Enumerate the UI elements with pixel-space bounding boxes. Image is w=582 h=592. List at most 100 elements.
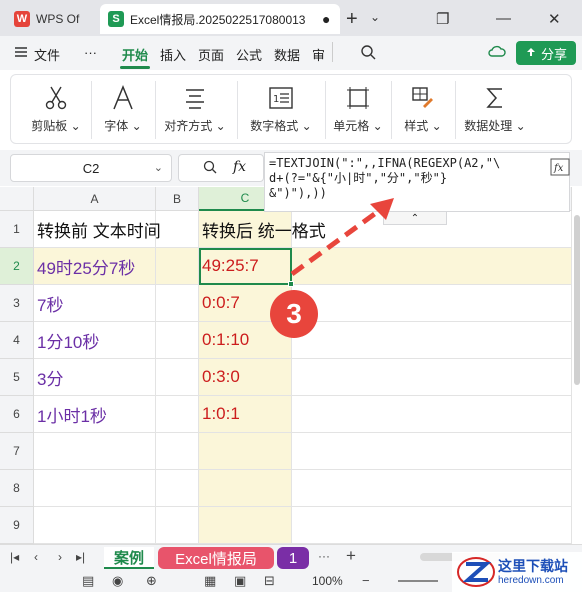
find-function-icon[interactable] [203,160,217,177]
name-box[interactable]: C2 ⌄ [10,154,172,182]
name-box-dropdown-icon[interactable]: ⌄ [154,161,163,174]
row-header-5[interactable]: 5 [0,359,34,396]
search-icon[interactable] [360,44,376,63]
caret-icon: ⌄ [515,119,526,133]
vertical-scrollbar[interactable] [574,215,580,385]
cell-b5[interactable] [156,359,199,396]
formula-expand-icon[interactable]: fx [550,158,570,179]
cell-c5[interactable]: 0:3:0 [199,359,292,396]
cell-a8[interactable] [34,470,156,507]
column-header-a[interactable]: A [34,187,156,211]
cell-a9[interactable] [34,507,156,544]
normal-view-icon[interactable]: ▦ [204,573,216,589]
minimize-icon[interactable]: — [496,10,511,27]
cell-b1[interactable] [156,211,199,248]
menu-formula[interactable]: 公式 [236,45,262,64]
row-header-8[interactable]: 8 [0,470,34,507]
add-sheet-button[interactable]: + [346,546,356,566]
file-menu-icon[interactable] [14,45,30,59]
cell-c8[interactable] [199,470,292,507]
menu-review[interactable]: 审 [312,45,326,64]
cell-c6[interactable]: 1:0:1 [199,396,292,433]
ribbon-alignment[interactable]: 对齐方式 ⌄ [157,75,233,145]
document-tab[interactable]: S Excel情报局.2025022517080013 ● [100,4,340,34]
ribbon-cells[interactable]: 单元格 ⌄ [329,75,387,145]
cell-b4[interactable] [156,322,199,359]
zoom-out-button[interactable]: − [362,573,370,588]
last-sheet-icon[interactable]: ▸| [76,550,85,564]
tab-list-chevron-icon[interactable]: ⌄ [370,10,380,24]
menu-page[interactable]: 页面 [198,45,224,64]
cell-a5[interactable]: 3分 [34,359,156,396]
number-format-icon: 1 [269,83,293,113]
menu-bar: 文件 ··· 开始 插入 页面 公式 数据 审 [0,36,582,70]
next-sheet-icon[interactable]: › [58,550,62,564]
new-tab-button[interactable]: + [346,8,358,31]
cell-b7[interactable] [156,433,199,470]
row-header-1[interactable]: 1 [0,211,34,248]
cell-b9[interactable] [156,507,199,544]
cell-a3[interactable]: 7秒 [34,285,156,322]
ribbon-styles[interactable]: 样式 ⌄ [395,75,451,145]
eye-protection-icon[interactable]: ◉ [112,573,123,589]
menu-more[interactable]: ··· [84,45,97,60]
zoom-level[interactable]: 100% [312,574,343,588]
sheet-tab-1[interactable]: 1 [277,547,309,569]
row-header-2[interactable]: 2 [0,248,34,285]
font-label: 字体 [104,119,129,133]
fx-icon[interactable]: fx [233,159,246,175]
restore-window-icon[interactable]: ❐ [436,10,449,28]
sheet-more-icon[interactable]: ··· [318,549,330,563]
share-label: 分享 [540,46,567,62]
cell-c7[interactable] [199,433,292,470]
prev-sheet-icon[interactable]: ‹ [34,550,38,564]
menu-home[interactable]: 开始 [122,45,148,64]
unsaved-dot-icon: ● [322,11,331,27]
menu-file[interactable]: 文件 [34,45,60,64]
cell-b8[interactable] [156,470,199,507]
ribbon-clipboard[interactable]: 剪贴板 ⌄ [25,75,87,145]
cell-b6[interactable] [156,396,199,433]
ribbon-number-format[interactable]: 1 数字格式 ⌄ [241,75,321,145]
cell-c9[interactable] [199,507,292,544]
row-header-9[interactable]: 9 [0,507,34,544]
ribbon-font[interactable]: 字体 ⌄ [95,75,151,145]
select-all-corner[interactable] [0,187,34,211]
row-header-3[interactable]: 3 [0,285,34,322]
ribbon-divider [91,81,92,139]
wps-home-tab[interactable]: W WPS Of [6,4,96,34]
row-header-6[interactable]: 6 [0,396,34,433]
row-3-empty [292,285,572,322]
row-header-7[interactable]: 7 [0,433,34,470]
view-toggle-icon[interactable]: ▤ [82,573,94,589]
cell-a7[interactable] [34,433,156,470]
menu-data[interactable]: 数据 [274,45,300,64]
column-header-b[interactable]: B [156,187,199,211]
cell-a4[interactable]: 1分10秒 [34,322,156,359]
zoom-slider[interactable] [398,580,438,582]
menu-insert[interactable]: 插入 [160,45,186,64]
cell-a2[interactable]: 49时25分7秒 [34,248,156,285]
share-button[interactable]: 分享 [516,41,576,65]
name-box-value: C2 [82,160,100,176]
page-break-icon[interactable]: ⊟ [264,573,275,589]
first-sheet-icon[interactable]: |◂ [10,550,19,564]
cell-b2[interactable] [156,248,199,285]
cell-a1[interactable]: 转换前 文本时间 [34,211,161,248]
cloud-sync-icon[interactable] [488,44,506,63]
styles-label: 样式 [404,119,429,133]
cell-b3[interactable] [156,285,199,322]
ribbon-data-processing[interactable]: 数据处理 ⌄ [459,75,531,145]
row-header-4[interactable]: 4 [0,322,34,359]
close-icon[interactable]: ✕ [548,10,561,28]
sheet-tab-excel-info[interactable]: Excel情报局 [158,547,274,569]
focus-mode-icon[interactable]: ⊕ [146,573,157,589]
row-6-empty [292,396,572,433]
watermark-title: 这里下载站 [498,558,568,574]
sheet-tab-case[interactable]: 案例 [104,547,154,569]
cell-a6[interactable]: 1小时1秒 [34,396,156,433]
active-tab-indicator [120,66,150,69]
row-9-empty [292,507,572,544]
caret-icon: ⌄ [431,119,442,133]
page-layout-icon[interactable]: ▣ [234,573,246,589]
